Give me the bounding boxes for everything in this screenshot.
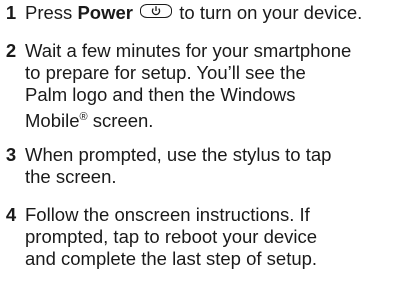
step-number: 3 — [5, 144, 17, 165]
step-text-part: screen. — [87, 110, 154, 132]
step-text-part: to turn on your device. — [174, 2, 363, 23]
step-text: When prompted, use the stylus to tap the… — [25, 144, 415, 188]
step-text: Press Power to turn on your device. — [25, 2, 415, 24]
step-text-part: Press — [25, 2, 78, 23]
setup-instructions: 1 Press Power to turn on your device. 2 … — [0, 0, 417, 295]
step-number: 2 — [5, 40, 17, 61]
step-line: Palm logo and then the Windows — [25, 84, 296, 105]
step-line: Wait a few minutes for your smartphone — [25, 40, 352, 61]
step-number: 4 — [5, 204, 17, 225]
step-text: Follow the onscreen instructions. If pro… — [25, 204, 415, 270]
step-line: When prompted, use the stylus to tap — [25, 144, 332, 165]
step-line: Mobile® screen. — [25, 106, 415, 132]
step-number: 1 — [5, 2, 17, 23]
power-button-icon — [140, 4, 173, 18]
step-line: Follow the onscreen instructions. If — [25, 204, 310, 225]
step-line: the screen. — [25, 166, 117, 187]
step-text-part: Mobile — [25, 110, 80, 132]
registered-mark: ® — [79, 111, 88, 123]
power-label: Power — [77, 2, 133, 23]
step-line: to prepare for setup. You’ll see the — [25, 62, 306, 83]
step-line: and complete the last step of setup. — [25, 248, 318, 269]
step-text: Wait a few minutes for your smartphone t… — [25, 40, 415, 132]
step-line: prompted, tap to reboot your device — [25, 226, 318, 247]
